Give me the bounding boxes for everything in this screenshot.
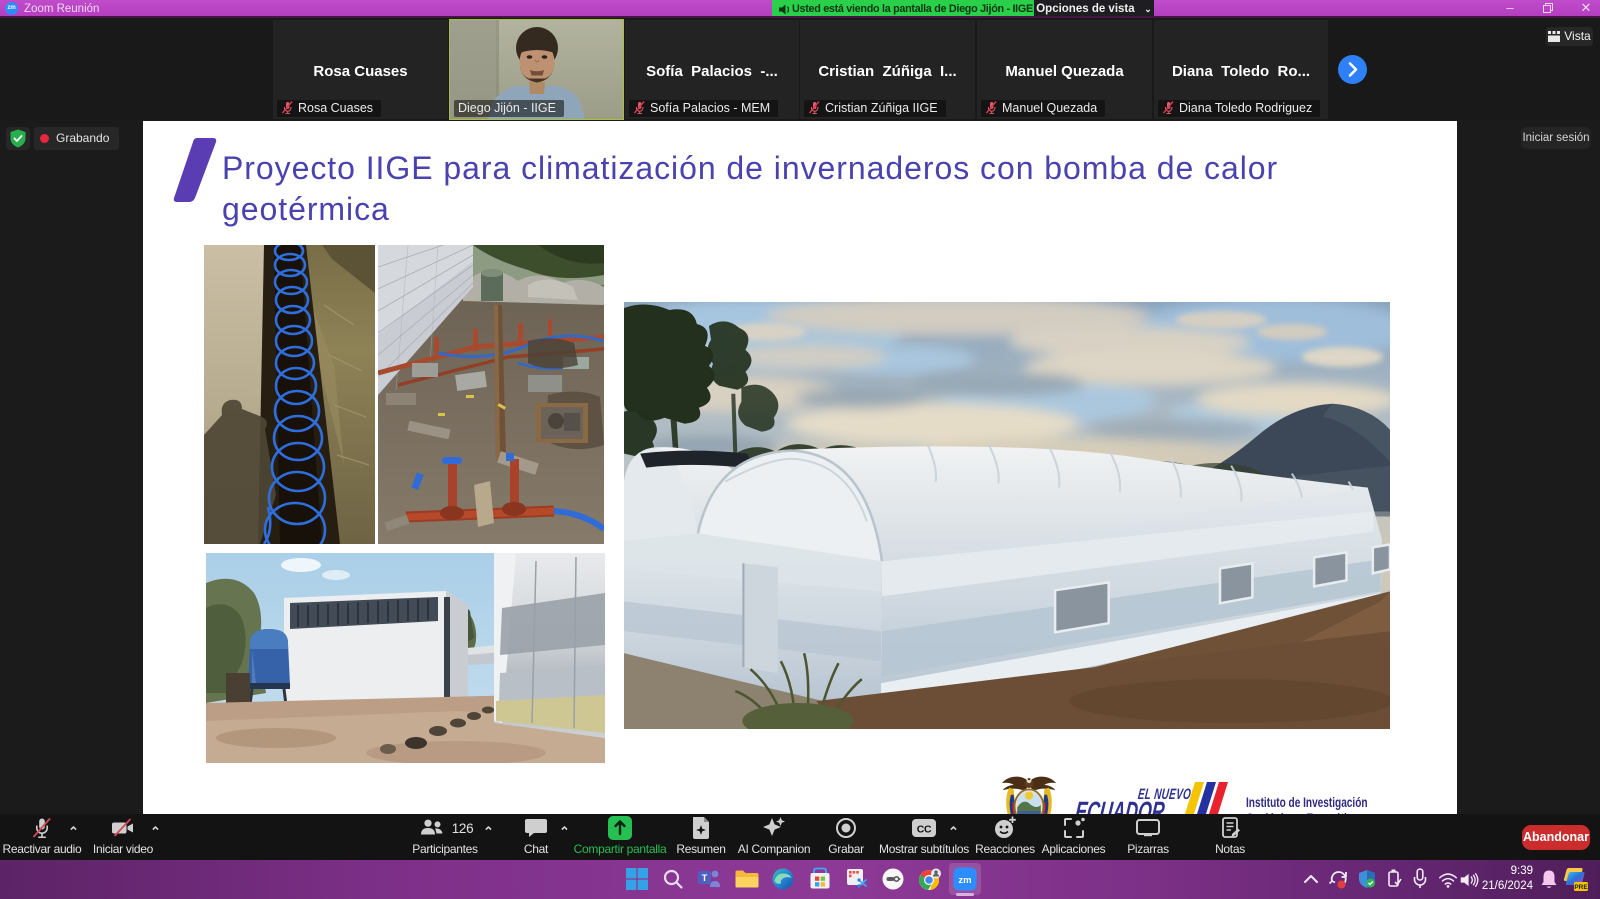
svg-text:CC: CC	[917, 824, 932, 836]
svg-text:PRE: PRE	[1574, 884, 1588, 891]
svg-text:T: T	[702, 873, 708, 883]
svg-text:zm: zm	[958, 875, 971, 886]
